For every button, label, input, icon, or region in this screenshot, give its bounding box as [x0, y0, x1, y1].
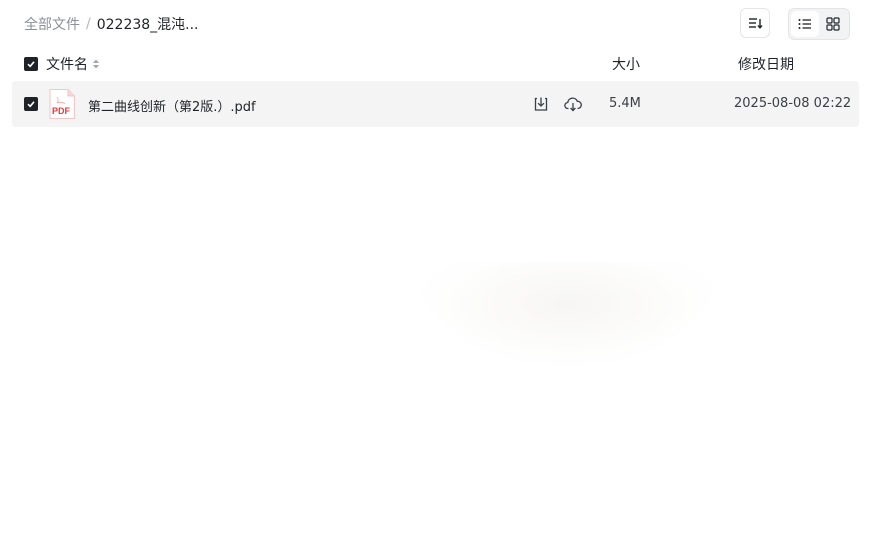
- check-icon: [27, 101, 35, 108]
- column-header-size[interactable]: 大小: [612, 54, 640, 74]
- breadcrumb-root[interactable]: 全部文件: [24, 14, 80, 34]
- table-header: 文件名 大小 修改日期: [12, 48, 859, 80]
- download-icon[interactable]: [532, 95, 550, 113]
- pdf-icon-label: PDF: [52, 106, 71, 116]
- grid-view-icon: [826, 17, 840, 31]
- file-name[interactable]: 第二曲线创新（第2版.）.pdf: [88, 96, 256, 115]
- cloud-save-icon[interactable]: [564, 95, 582, 113]
- grid-view-button[interactable]: [819, 11, 847, 37]
- breadcrumb-separator: /: [86, 16, 91, 32]
- breadcrumb-current[interactable]: 022238_混沌...: [97, 14, 199, 34]
- file-browser: 全部文件 / 022238_混沌... 文件名 大小 修改日期 PDF 第二曲线…: [0, 0, 874, 538]
- pdf-file-icon: PDF: [49, 89, 75, 119]
- empty-area-shadow: [415, 262, 720, 367]
- view-toggle: [788, 8, 850, 40]
- check-icon: [27, 61, 35, 68]
- sort-icon: [749, 18, 763, 29]
- breadcrumb: 全部文件 / 022238_混沌...: [24, 13, 199, 35]
- sort-button[interactable]: [740, 8, 770, 38]
- list-view-button[interactable]: [791, 11, 819, 37]
- column-header-date[interactable]: 修改日期: [738, 54, 794, 74]
- list-view-icon: [798, 19, 811, 29]
- column-name-label: 文件名: [46, 57, 88, 73]
- row-checkbox[interactable]: [24, 97, 38, 111]
- file-modified-date: 2025-08-08 02:22: [734, 96, 852, 111]
- column-header-name[interactable]: 文件名: [46, 54, 100, 74]
- file-size: 5.4M: [609, 96, 641, 111]
- select-all-checkbox[interactable]: [24, 57, 38, 71]
- sort-arrows-icon: [92, 58, 100, 70]
- table-row[interactable]: PDF 第二曲线创新（第2版.）.pdf 5.4M 2025-08-08 02:…: [12, 81, 859, 127]
